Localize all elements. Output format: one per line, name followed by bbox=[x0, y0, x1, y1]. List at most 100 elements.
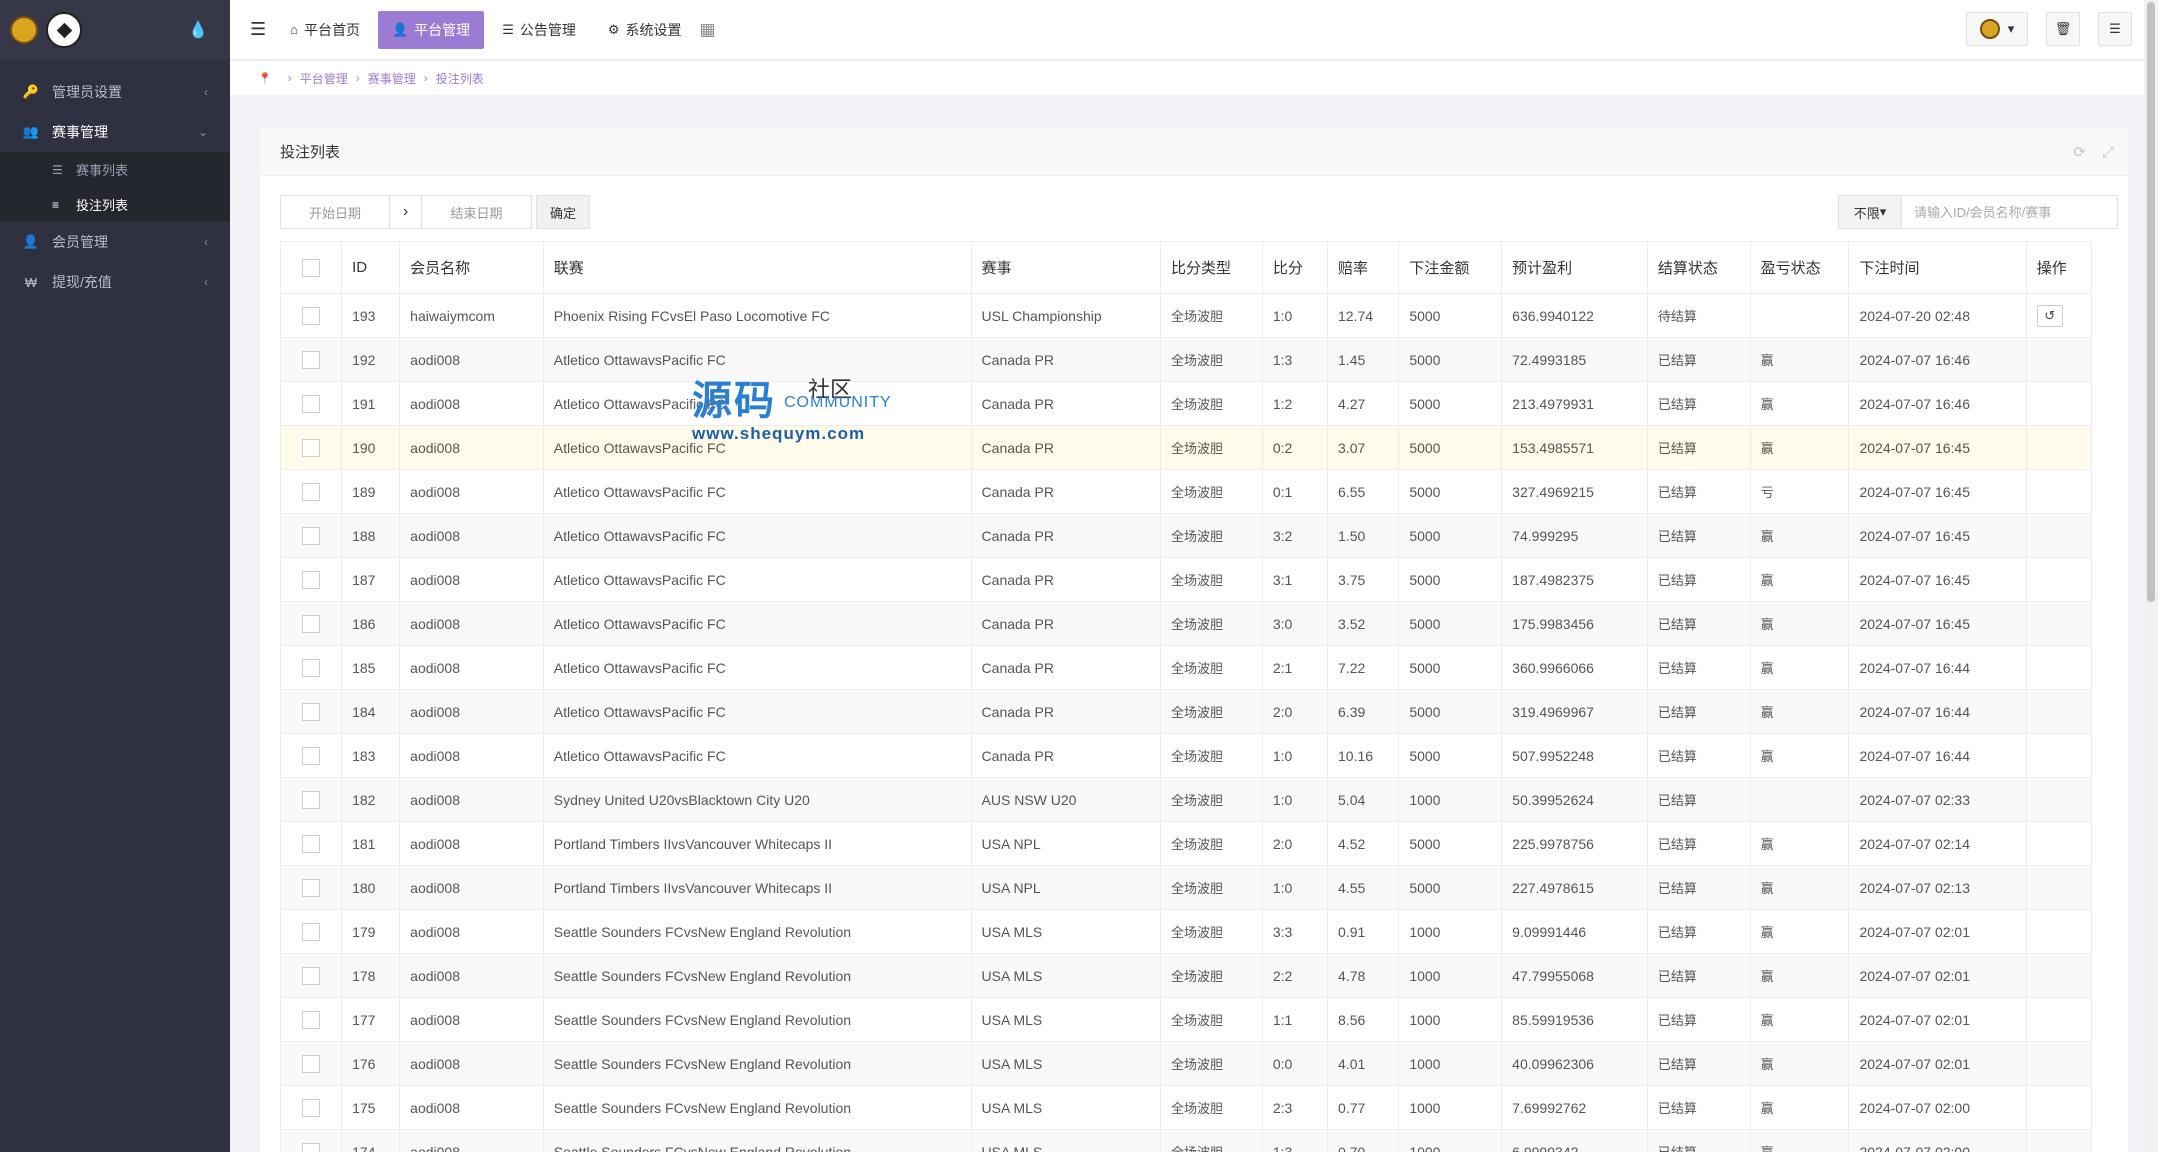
cell-member: haiwaiymcom bbox=[399, 293, 544, 338]
row-checkbox[interactable] bbox=[302, 1098, 321, 1117]
cell-winloss: 赢 bbox=[1749, 689, 1850, 734]
soccer-ball-logo bbox=[46, 12, 82, 48]
cell-settle: 已结算 bbox=[1646, 645, 1751, 690]
topbar: ☰ ⌂ 平台首页 👤 平台管理 ☰ 公告管理 ⚙ 系统设置 ▦ ▾ 🗑 ☰ bbox=[230, 0, 2144, 60]
col-score-type[interactable]: 比分类型 bbox=[1159, 241, 1263, 294]
clear-cache-button[interactable]: 🗑 bbox=[2046, 12, 2080, 46]
cell-amount: 5000 bbox=[1398, 865, 1503, 910]
sidebar-item-admin-settings[interactable]: 🔑 管理员设置 ‹ bbox=[0, 72, 230, 112]
cell-match: Canada PR bbox=[970, 337, 1161, 382]
table-row: 175 aodi008 Seattle Sounders FCvsNew Engla… bbox=[279, 1085, 2093, 1130]
cell-match: USA MLS bbox=[970, 1041, 1161, 1086]
start-date-input[interactable]: 开始日期 bbox=[280, 195, 390, 229]
row-checkbox[interactable] bbox=[302, 922, 321, 941]
sidebar-item-withdraw-recharge[interactable]: ₩ 提现/充值 ‹ bbox=[0, 262, 230, 302]
caret-down-icon: ▾ bbox=[2007, 21, 2015, 36]
grid-icon[interactable]: ▦ bbox=[700, 20, 716, 40]
search-scope-select[interactable]: 不限 ▾ bbox=[1838, 195, 1902, 229]
sidebar-item-label: 赛事管理 bbox=[52, 124, 108, 140]
row-checkbox[interactable] bbox=[302, 438, 321, 457]
cell-score-type: 全场波胆 bbox=[1159, 337, 1263, 382]
col-expected-profit[interactable]: 预计盈利 bbox=[1501, 241, 1648, 294]
tab-announcement-management[interactable]: ☰ 公告管理 bbox=[488, 11, 590, 49]
chevron-down-icon: ⌄ bbox=[197, 125, 208, 139]
sidebar-subitem-match-list[interactable]: ☰ 赛事列表 bbox=[0, 152, 230, 187]
won-icon: ₩ bbox=[24, 274, 38, 290]
cell-actions bbox=[2025, 777, 2093, 822]
tab-platform-home[interactable]: ⌂ 平台首页 bbox=[276, 11, 374, 49]
confirm-button[interactable]: 确定 bbox=[536, 195, 590, 229]
undo-icon[interactable]: ↺ bbox=[2036, 304, 2063, 327]
panel-title: 投注列表 bbox=[280, 144, 341, 161]
breadcrumb: 📍 › 平台管理 › 赛事管理 › 投注列表 bbox=[230, 61, 2144, 95]
sidebar-item-member-management[interactable]: 👤 会员管理 ‹ bbox=[0, 222, 230, 262]
col-score[interactable]: 比分 bbox=[1261, 241, 1329, 294]
cell-settle: 已结算 bbox=[1646, 337, 1751, 382]
tab-system-settings[interactable]: ⚙ 系统设置 bbox=[594, 11, 696, 49]
scrollbar-thumb[interactable] bbox=[2147, 2, 2155, 602]
cell-member: aodi008 bbox=[399, 909, 544, 954]
avatar bbox=[1979, 19, 2000, 39]
table-row: 176 aodi008 Seattle Sounders FCvsNew Engla… bbox=[279, 1041, 2093, 1086]
row-checkbox[interactable] bbox=[302, 658, 321, 677]
sidebar-subitem-label: 赛事列表 bbox=[76, 163, 129, 178]
row-checkbox[interactable] bbox=[302, 834, 321, 853]
cell-actions bbox=[2025, 821, 2093, 866]
hamburger-menu-icon[interactable]: ☰ bbox=[250, 19, 266, 40]
col-odds[interactable]: 赔率 bbox=[1327, 241, 1400, 294]
col-win-loss[interactable]: 盈亏状态 bbox=[1749, 241, 1850, 294]
cell-actions bbox=[2025, 469, 2093, 514]
cell-score: 1:0 bbox=[1261, 865, 1329, 910]
end-date-input[interactable]: 结束日期 bbox=[422, 195, 532, 229]
cell-amount: 5000 bbox=[1398, 425, 1503, 470]
col-member-name[interactable]: 会员名称 bbox=[399, 241, 544, 294]
cell-amount: 1000 bbox=[1398, 1129, 1503, 1152]
row-checkbox[interactable] bbox=[302, 614, 321, 633]
row-checkbox[interactable] bbox=[302, 1142, 321, 1152]
row-checkbox[interactable] bbox=[302, 790, 321, 809]
breadcrumb-link[interactable]: 平台管理 bbox=[300, 70, 348, 87]
row-checkbox[interactable] bbox=[302, 702, 321, 721]
row-checkbox[interactable] bbox=[302, 1010, 321, 1029]
col-bet-amount[interactable]: 下注金额 bbox=[1398, 241, 1503, 294]
sidebar-subitem-bet-list[interactable]: ≡ 投注列表 bbox=[0, 187, 230, 222]
breadcrumb-current[interactable]: 投注列表 bbox=[436, 70, 484, 87]
row-checkbox[interactable] bbox=[302, 746, 321, 765]
cell-league: Atletico OttawavsPacific FC bbox=[542, 733, 972, 778]
row-checkbox[interactable] bbox=[302, 306, 321, 325]
col-settle-status[interactable]: 结算状态 bbox=[1646, 241, 1751, 294]
cell-settle: 已结算 bbox=[1646, 513, 1751, 558]
row-checkbox[interactable] bbox=[302, 394, 321, 413]
row-checkbox[interactable] bbox=[302, 966, 321, 985]
cell-amount: 5000 bbox=[1398, 381, 1503, 426]
row-checkbox[interactable] bbox=[302, 570, 321, 589]
cell-score: 1:0 bbox=[1261, 733, 1329, 778]
breadcrumb-link[interactable]: 赛事管理 bbox=[368, 70, 416, 87]
row-checkbox[interactable] bbox=[302, 526, 321, 545]
cell-score-type: 全场波胆 bbox=[1159, 1085, 1263, 1130]
row-checkbox[interactable] bbox=[302, 1054, 321, 1073]
col-league[interactable]: 联赛 bbox=[542, 241, 972, 294]
col-bet-time[interactable]: 下注时间 bbox=[1848, 241, 2027, 294]
page-scrollbar[interactable] bbox=[2144, 0, 2158, 1152]
cell-winloss: 赢 bbox=[1749, 997, 1850, 1042]
user-avatar-dropdown[interactable]: ▾ bbox=[1966, 12, 2028, 46]
settings-panel-button[interactable]: ☰ bbox=[2098, 12, 2132, 46]
row-checkbox[interactable] bbox=[302, 482, 321, 501]
row-checkbox[interactable] bbox=[302, 878, 321, 897]
cell-profit: 225.9978756 bbox=[1501, 821, 1648, 866]
sidebar-item-label: 会员管理 bbox=[52, 234, 108, 250]
refresh-icon[interactable]: ⟳ bbox=[2073, 144, 2086, 161]
col-id[interactable]: ID bbox=[341, 241, 401, 294]
tab-platform-management[interactable]: 👤 平台管理 bbox=[378, 10, 485, 49]
cell-time: 2024-07-07 02:01 bbox=[1848, 997, 2027, 1042]
sidebar-item-match-management[interactable]: 👥 赛事管理 ⌄ bbox=[0, 112, 230, 152]
select-all-checkbox[interactable] bbox=[302, 258, 321, 277]
panel-header: 投注列表 ⟳ ⤢ bbox=[260, 128, 2128, 176]
cell-score: 0:1 bbox=[1261, 469, 1329, 514]
search-input[interactable] bbox=[1902, 195, 2118, 229]
col-match[interactable]: 赛事 bbox=[970, 241, 1161, 294]
row-checkbox[interactable] bbox=[302, 350, 321, 369]
fullscreen-icon[interactable]: ⤢ bbox=[2102, 144, 2114, 161]
theme-drop-icon[interactable]: 💧 bbox=[188, 20, 208, 40]
